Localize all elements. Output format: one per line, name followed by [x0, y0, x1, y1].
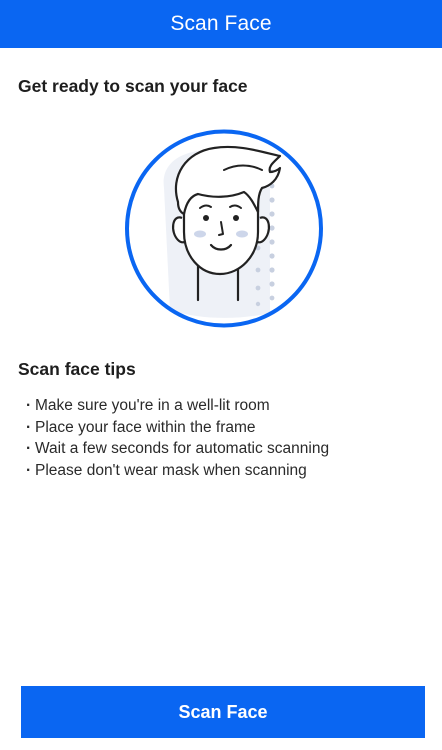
- tip-item: · Please don't wear mask when scanning: [26, 460, 329, 482]
- tip-text: Place your face within the frame: [35, 418, 256, 436]
- bullet-icon: ·: [26, 397, 32, 414]
- tip-item: · Make sure you're in a well-lit room: [26, 395, 329, 417]
- tip-text: Please don't wear mask when scanning: [35, 461, 307, 479]
- tip-text: Make sure you're in a well-lit room: [35, 397, 270, 414]
- face-illustration: [120, 128, 328, 329]
- tip-item: · Wait a few seconds for automatic scanni…: [26, 438, 329, 460]
- header-title: Scan Face: [170, 12, 272, 35]
- tip-item: · Place your face within the frame: [26, 417, 329, 439]
- bullet-icon: ·: [26, 418, 32, 436]
- bullet-icon: ·: [26, 461, 32, 479]
- app-header: Scan Face: [0, 0, 442, 48]
- tips-list: · Make sure you're in a well-lit room · Pl…: [26, 395, 329, 481]
- intro-heading: Get ready to scan your face: [18, 76, 248, 96]
- bullet-icon: ·: [26, 440, 32, 457]
- tip-text: Wait a few seconds for automatic scannin…: [35, 440, 330, 457]
- face-scan-icon: [125, 129, 323, 328]
- scan-face-button[interactable]: Scan Face: [21, 686, 425, 738]
- tips-heading: Scan face tips: [18, 359, 136, 379]
